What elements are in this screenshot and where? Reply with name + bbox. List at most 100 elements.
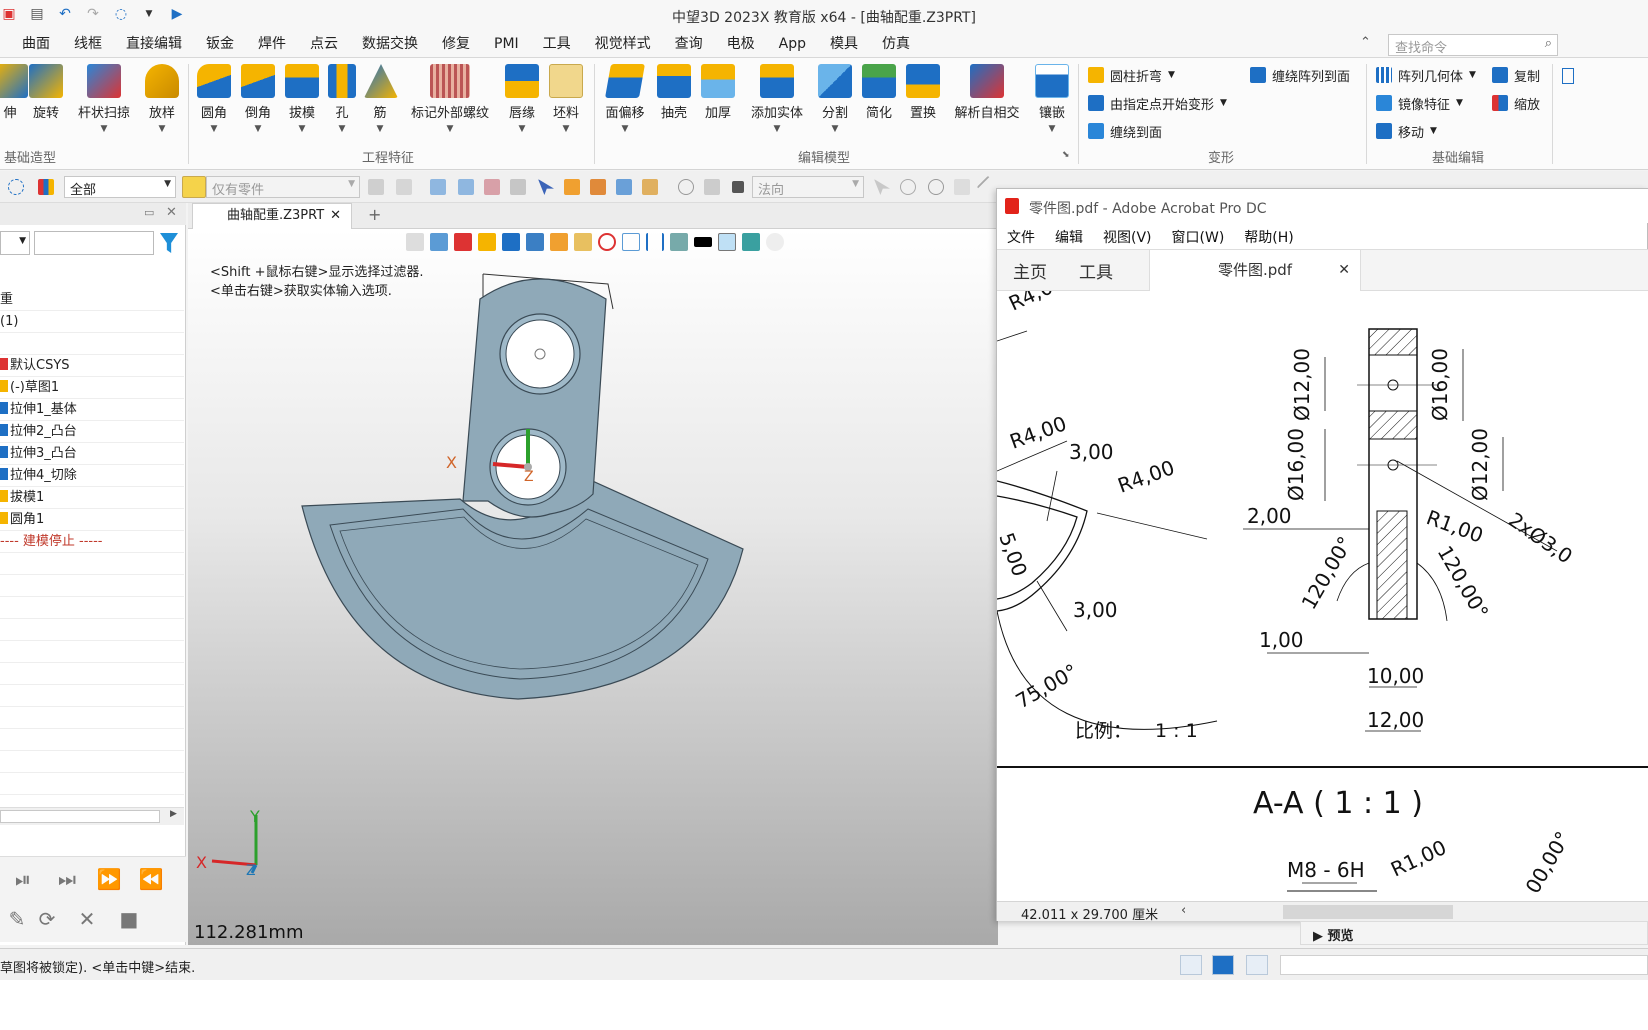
undo-view-icon[interactable] [406,233,424,251]
tree-search-input[interactable] [34,231,154,255]
tree-item-extrude1[interactable]: 拉伸1_基体 [0,399,184,421]
3d-viewport[interactable]: <Shift +鼠标右键>显示选择过滤器. <单击右键>获取实体输入选项. X … [188,229,998,945]
tree-item-sketch[interactable]: (-)草图1 [0,377,184,399]
acro-tab-home[interactable]: 主页 [1013,258,1047,283]
chamfer-button[interactable]: 倒角 ▼ [240,64,276,134]
loft-button[interactable]: 放样 ▼ [142,64,182,134]
play-step-icon[interactable]: ⏯ [6,863,40,895]
scroll-left-icon[interactable]: ‹ [1181,903,1186,918]
layer-view-icon[interactable] [742,233,760,251]
tab-inquire[interactable]: 查询 [663,31,715,57]
stop-icon[interactable] [732,181,744,193]
hole-button[interactable]: 孔 ▼ [326,64,358,134]
tab-sheet-metal[interactable]: 钣金 [194,31,246,57]
acro-tab-tools[interactable]: 工具 [1079,258,1113,283]
select-circle-icon[interactable] [8,179,24,195]
props-icon[interactable] [642,179,658,195]
tree-item-root[interactable]: 重 [0,289,184,311]
filter-type-icon[interactable] [38,179,54,195]
delete-icon[interactable]: ✕ [70,903,104,935]
copy-button[interactable]: 复制 [1492,64,1540,86]
color-black-swatch[interactable] [694,237,712,247]
acro-menu-view[interactable]: 视图(V) [1093,223,1162,249]
zoom-fit-icon[interactable] [574,233,592,251]
part-filter-icon[interactable] [182,176,206,198]
view-icon[interactable] [616,179,632,195]
tab-pmi[interactable]: PMI [482,31,531,57]
tree-item-extrude3[interactable]: 拉伸3_凸台 [0,443,184,465]
tree-filter-select[interactable]: ▼ [0,231,30,255]
add-tab-icon[interactable]: + [368,205,381,224]
tab-app[interactable]: App [767,31,818,57]
sweep-button[interactable]: 杆状扫掠 ▼ [74,64,134,134]
pdf-horizontal-scrollbar[interactable] [1283,905,1453,919]
face-offset-button[interactable]: 面偏移 ▼ [600,64,650,134]
wrap-to-face-button[interactable]: 缠绕到面 [1088,120,1162,142]
tab-visual-style[interactable]: 视觉样式 [583,31,663,57]
cylinder-bend-button[interactable]: 圆柱折弯 ▼ [1088,64,1175,86]
view-orient-icon[interactable] [526,233,544,251]
solid-view-icon[interactable] [478,233,496,251]
fillet-button[interactable]: 圆角 ▼ [196,64,232,134]
cube-icon[interactable] [502,233,520,251]
pick-point-icon[interactable] [510,179,526,195]
lock-icon[interactable] [396,179,412,195]
tab-mold[interactable]: 模具 [818,31,870,57]
scale-button[interactable]: 缩放 [1492,92,1540,114]
dialog-launcher-icon[interactable]: ⬊ [1062,150,1070,160]
replace-button[interactable]: 置换 [902,64,944,121]
acrobat-window[interactable]: 零件图.pdf - Adobe Acrobat Pro DC 文件 编辑 视图(… [996,188,1648,923]
pattern-geometry-button[interactable]: 阵列几何体 ▼ [1376,64,1476,86]
tab-tools[interactable]: 工具 [531,31,583,57]
tab-repair[interactable]: 修复 [430,31,482,57]
self-intersect-button[interactable]: 解析自相交 [948,64,1026,121]
light-icon[interactable] [766,233,784,251]
thread-button[interactable]: 标记外部螺纹 ▼ [404,64,496,134]
tab-weldment[interactable]: 焊件 [246,31,298,57]
draft-button[interactable]: 拔模 ▼ [284,64,320,134]
tab-direct-edit[interactable]: 直接编辑 [114,31,194,57]
pick-face-icon[interactable] [430,179,446,195]
preview-panel-header[interactable]: ▶ 预览 [1300,921,1648,945]
collapse-ribbon-icon[interactable]: ⌃ [1360,35,1371,50]
emboss-button[interactable]: 镶嵌 ▼ [1030,64,1074,134]
tab-surface[interactable]: 曲面 [10,31,62,57]
points-icon[interactable] [954,179,970,195]
refresh-icon[interactable]: ⟳ [30,903,64,935]
parts-only-select[interactable]: 仅有零件 ▼ [206,176,360,198]
step-forward-icon[interactable]: ⏭ [50,863,84,895]
cursor-icon[interactable] [538,179,554,195]
monitor-icon[interactable] [1212,955,1234,975]
command-search-input[interactable]: 查找命令 ⌕ [1388,34,1558,56]
horizontal-scrollbar[interactable]: ▶ [0,807,184,825]
document-tab[interactable]: 曲轴配重.Z3PRT ✕ [192,203,352,229]
color-light-swatch[interactable] [718,233,736,251]
acro-menu-edit[interactable]: 编辑 [1045,223,1093,249]
tree-item-draft1[interactable]: 拔模1 [0,487,184,509]
tab-electrode[interactable]: 电极 [715,31,767,57]
extrude-button[interactable]: 伸 [0,64,28,121]
list-icon[interactable] [564,179,580,195]
gear-icon[interactable] [900,179,916,195]
filter-view-icon[interactable] [430,233,448,251]
scroll-thumb[interactable] [0,810,160,823]
deform-from-point-button[interactable]: 由指定点开始变形 ▼ [1088,92,1227,114]
measure-icon[interactable] [704,179,720,195]
dimension-icon[interactable] [646,233,664,251]
pick-edge-icon[interactable] [458,179,474,195]
direction-select[interactable]: 法向 ▼ [752,176,864,198]
acro-document-tab[interactable]: 零件图.pdf ✕ [1149,250,1361,291]
stock-button[interactable]: 坯料 ▼ [546,64,586,134]
acro-menu-help[interactable]: 帮助(H) [1234,223,1303,249]
lip-button[interactable]: 唇缘 ▼ [500,64,544,134]
pen-icon[interactable] [454,233,472,251]
tab-wireframe[interactable]: 线框 [62,31,114,57]
tab-simulation[interactable]: 仿真 [870,31,922,57]
tree-item-extrude2[interactable]: 拉伸2_凸台 [0,421,184,443]
shell-button[interactable]: 抽壳 [654,64,694,121]
rewind-icon[interactable]: ⏪ [134,863,168,895]
thicken-button[interactable]: 加厚 [698,64,738,121]
suppress-icon[interactable]: ■ [112,903,146,935]
split-button[interactable]: 分割 ▼ [814,64,856,134]
mirror-feature-button[interactable]: 镜像特征 ▼ [1376,92,1463,114]
